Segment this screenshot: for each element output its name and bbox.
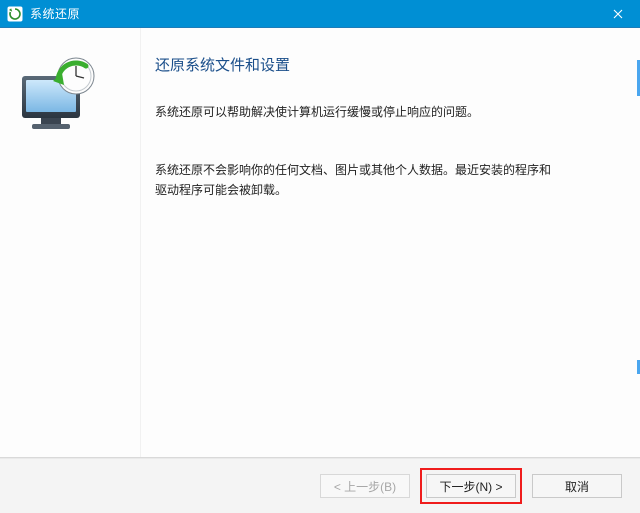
close-button[interactable] bbox=[596, 0, 640, 28]
titlebar: 系统还原 bbox=[0, 0, 640, 28]
restore-monitor-icon bbox=[14, 56, 102, 134]
back-button: < 上一步(B) bbox=[320, 474, 410, 498]
left-column bbox=[0, 28, 140, 457]
paragraph-2: 系统还原不会影响你的任何文档、图片或其他个人数据。最近安装的程序和驱动程序可能会… bbox=[155, 161, 555, 201]
content-column: 还原系统文件和设置 系统还原可以帮助解决使计算机运行缓慢或停止响应的问题。 系统… bbox=[140, 28, 640, 457]
cancel-button[interactable]: 取消 bbox=[532, 474, 622, 498]
close-icon bbox=[613, 9, 623, 19]
wizard-body: 还原系统文件和设置 系统还原可以帮助解决使计算机运行缓慢或停止响应的问题。 系统… bbox=[0, 28, 640, 458]
wizard-heading: 还原系统文件和设置 bbox=[155, 54, 606, 75]
next-button[interactable]: 下一步(N) > bbox=[426, 474, 516, 498]
paragraph-1: 系统还原可以帮助解决使计算机运行缓慢或停止响应的问题。 bbox=[155, 103, 555, 123]
wizard-footer: < 上一步(B) 下一步(N) > 取消 bbox=[0, 458, 640, 513]
system-restore-icon bbox=[6, 5, 24, 23]
titlebar-title: 系统还原 bbox=[30, 5, 80, 22]
next-button-highlight: 下一步(N) > bbox=[420, 468, 522, 504]
